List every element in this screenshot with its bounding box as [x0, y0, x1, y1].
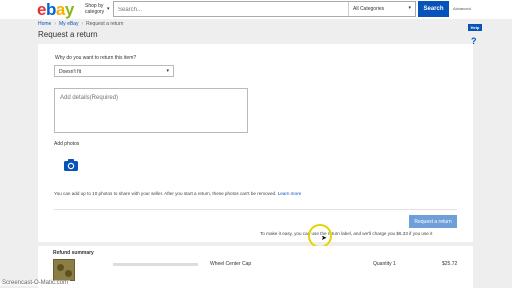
category-select-value: All Categories	[353, 6, 385, 12]
screencast-watermark: Screencast-O-Matic.com	[0, 280, 71, 286]
reason-label: Why do you want to return this item?	[55, 55, 137, 61]
breadcrumb-current: Request a return	[86, 21, 124, 27]
item-name: Wheel Center Cap	[210, 261, 252, 267]
item-quantity: Quantity 1	[373, 261, 396, 267]
category-select[interactable]: All Categories ▾	[348, 2, 415, 16]
reason-select-value: Doesn't fit	[59, 69, 82, 75]
camera-icon[interactable]	[63, 158, 79, 172]
quantity-value: 1	[393, 261, 396, 267]
breadcrumb-home[interactable]: Home	[38, 21, 51, 27]
top-header: ebay Shop by category ▾ All Categories ▾…	[0, 0, 512, 19]
item-thumbnail[interactable]	[53, 259, 75, 281]
quantity-label: Quantity	[373, 261, 392, 267]
redacted-item-text	[113, 263, 198, 266]
refund-summary-card: Refund summary Wheel Center Cap Quantity…	[38, 246, 473, 288]
search-bar: All Categories ▾	[113, 1, 416, 17]
shop-by-line2: category	[85, 9, 105, 15]
logo-letter-a: a	[55, 0, 65, 19]
photos-note-text: You can add up to 10 photos to share wit…	[54, 191, 277, 196]
search-input[interactable]	[118, 4, 338, 15]
chevron-down-icon: ▾	[408, 5, 411, 11]
logo-letter-e: e	[37, 0, 46, 19]
search-button[interactable]: Search	[418, 1, 449, 17]
divider	[54, 209, 457, 210]
breadcrumb: Home › My eBay › Request a return	[38, 21, 123, 27]
shop-by-category-button[interactable]: Shop by category ▾	[85, 3, 110, 15]
logo-letter-y: y	[64, 0, 74, 19]
cursor-arrow-icon: ➤	[321, 235, 327, 242]
chevron-down-icon: ▾	[166, 68, 169, 74]
cursor-highlight	[308, 224, 332, 248]
page-title: Request a return	[38, 30, 98, 39]
details-textarea[interactable]	[54, 88, 248, 133]
breadcrumb-separator: ›	[54, 21, 57, 27]
chevron-down-icon: ▾	[107, 6, 110, 12]
breadcrumb-separator: ›	[81, 21, 84, 27]
add-photos-label: Add photos	[54, 141, 80, 147]
advanced-search-link[interactable]: Advanced	[453, 6, 471, 11]
ebay-logo[interactable]: ebay	[37, 1, 74, 18]
breadcrumb-my-ebay[interactable]: My eBay	[59, 21, 78, 27]
help-button[interactable]: Help	[468, 24, 482, 31]
request-return-button[interactable]: Request a return	[409, 215, 457, 228]
return-label-note: To make it easy, you can use the return …	[260, 231, 433, 236]
reason-select[interactable]: Doesn't fit ▾	[54, 65, 174, 77]
learn-more-link[interactable]: Learn more	[278, 191, 302, 196]
refund-summary-title: Refund summary	[53, 250, 94, 256]
item-price: $25.72	[442, 261, 458, 267]
photos-note: You can add up to 10 photos to share wit…	[54, 191, 301, 196]
logo-letter-b: b	[45, 0, 56, 19]
return-form-card: Why do you want to return this item? Doe…	[38, 44, 473, 242]
